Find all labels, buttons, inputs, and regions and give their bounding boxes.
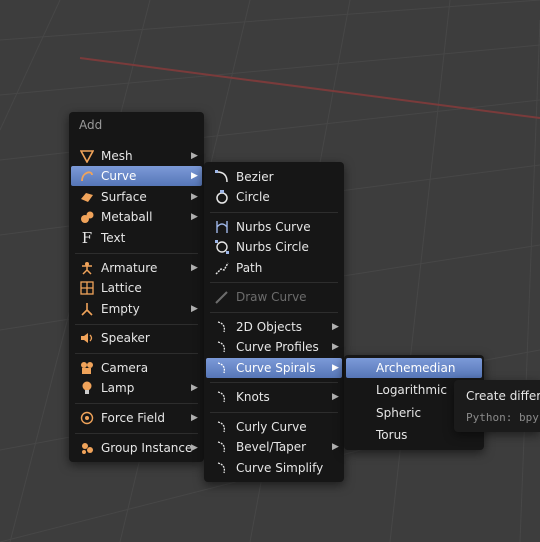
menu-item-group-instance[interactable]: Group Instance ▶	[71, 438, 202, 458]
speaker-icon	[79, 330, 95, 346]
submenu-arrow-icon: ▶	[191, 192, 198, 202]
curve-small-icon	[214, 319, 230, 335]
menu-item-armature[interactable]: Armature ▶	[71, 258, 202, 278]
curve-small-icon	[214, 360, 230, 376]
draw-curve-icon	[214, 289, 230, 305]
nurbs-circle-icon	[214, 239, 230, 255]
tooltip-python: Python: bpy	[466, 411, 539, 424]
menu-item-draw-curve[interactable]: Draw Curve	[206, 287, 342, 307]
submenu-arrow-icon: ▶	[332, 392, 339, 402]
armature-icon	[79, 260, 95, 276]
submenu-arrow-icon: ▶	[332, 322, 339, 332]
metaball-icon	[79, 209, 95, 225]
submenu-arrow-icon: ▶	[332, 442, 339, 452]
add-menu: Add Mesh ▶ Curve ▶ Surface ▶ Metaball ▶ …	[69, 112, 204, 462]
separator	[75, 324, 198, 325]
menu-item-curve-simplify[interactable]: Curve Simplify	[206, 458, 342, 478]
path-icon	[214, 260, 230, 276]
menu-item-nurbs-circle[interactable]: Nurbs Circle	[206, 237, 342, 257]
menu-item-mesh[interactable]: Mesh ▶	[71, 146, 202, 166]
menu-item-curly-curve[interactable]: Curly Curve	[206, 417, 342, 437]
separator	[75, 433, 198, 434]
menu-item-nurbs-curve[interactable]: Nurbs Curve	[206, 217, 342, 237]
curve-submenu: Bezier Circle Nurbs Curve Nurbs Circle P…	[204, 162, 344, 482]
menu-item-knots[interactable]: Knots ▶	[206, 387, 342, 407]
curve-icon	[79, 168, 95, 184]
menu-item-surface[interactable]: Surface ▶	[71, 187, 202, 207]
menu-item-empty[interactable]: Empty ▶	[71, 299, 202, 319]
curve-small-icon	[214, 339, 230, 355]
separator	[75, 353, 198, 354]
menu-item-camera[interactable]: Camera	[71, 358, 202, 378]
separator	[75, 403, 198, 404]
submenu-arrow-icon: ▶	[191, 413, 198, 423]
curve-small-icon	[214, 439, 230, 455]
separator	[210, 282, 338, 283]
bezier-curve-icon	[214, 169, 230, 185]
separator	[210, 312, 338, 313]
curve-small-icon	[214, 419, 230, 435]
submenu-arrow-icon: ▶	[332, 363, 339, 373]
lamp-icon	[79, 380, 95, 396]
menu-item-curve-profiles[interactable]: Curve Profiles ▶	[206, 337, 342, 357]
submenu-arrow-icon: ▶	[191, 383, 198, 393]
empty-icon	[79, 301, 95, 317]
menu-item-text[interactable]: F Text	[71, 228, 202, 248]
tooltip: Create differe Python: bpy	[454, 380, 540, 432]
menu-item-metaball[interactable]: Metaball ▶	[71, 207, 202, 227]
submenu-arrow-icon: ▶	[191, 263, 198, 273]
menu-item-2d-objects[interactable]: 2D Objects ▶	[206, 317, 342, 337]
curve-small-icon	[214, 389, 230, 405]
menu-item-circle[interactable]: Circle	[206, 187, 342, 207]
menu-item-path[interactable]: Path	[206, 258, 342, 278]
submenu-arrow-icon: ▶	[191, 171, 198, 181]
bezier-circle-icon	[214, 189, 230, 205]
separator	[210, 212, 338, 213]
separator	[75, 253, 198, 254]
separator	[210, 382, 338, 383]
lattice-icon	[79, 280, 95, 296]
force-field-icon	[79, 410, 95, 426]
add-menu-title: Add	[79, 118, 103, 132]
menu-item-bevel-taper[interactable]: Bevel/Taper ▶	[206, 437, 342, 457]
nurbs-curve-icon	[214, 219, 230, 235]
submenu-arrow-icon: ▶	[191, 151, 198, 161]
curve-small-icon	[214, 460, 230, 476]
x-axis-line	[79, 57, 540, 119]
text-icon: F	[81, 229, 93, 247]
submenu-arrow-icon: ▶	[332, 342, 339, 352]
separator	[210, 412, 338, 413]
surface-icon	[79, 189, 95, 205]
group-instance-icon	[79, 440, 95, 456]
menu-item-archemedian[interactable]: Archemedian	[346, 358, 482, 378]
menu-item-lamp[interactable]: Lamp ▶	[71, 378, 202, 398]
menu-item-force-field[interactable]: Force Field ▶	[71, 408, 202, 428]
submenu-arrow-icon: ▶	[191, 304, 198, 314]
menu-item-lattice[interactable]: Lattice	[71, 278, 202, 298]
menu-item-bezier[interactable]: Bezier	[206, 167, 342, 187]
camera-icon	[79, 360, 95, 376]
menu-item-speaker[interactable]: Speaker	[71, 328, 202, 348]
submenu-arrow-icon: ▶	[191, 443, 198, 453]
menu-item-curve[interactable]: Curve ▶	[71, 166, 202, 186]
mesh-icon	[79, 148, 95, 164]
menu-item-curve-spirals[interactable]: Curve Spirals ▶	[206, 358, 342, 378]
tooltip-text: Create differe	[466, 389, 540, 403]
submenu-arrow-icon: ▶	[191, 212, 198, 222]
